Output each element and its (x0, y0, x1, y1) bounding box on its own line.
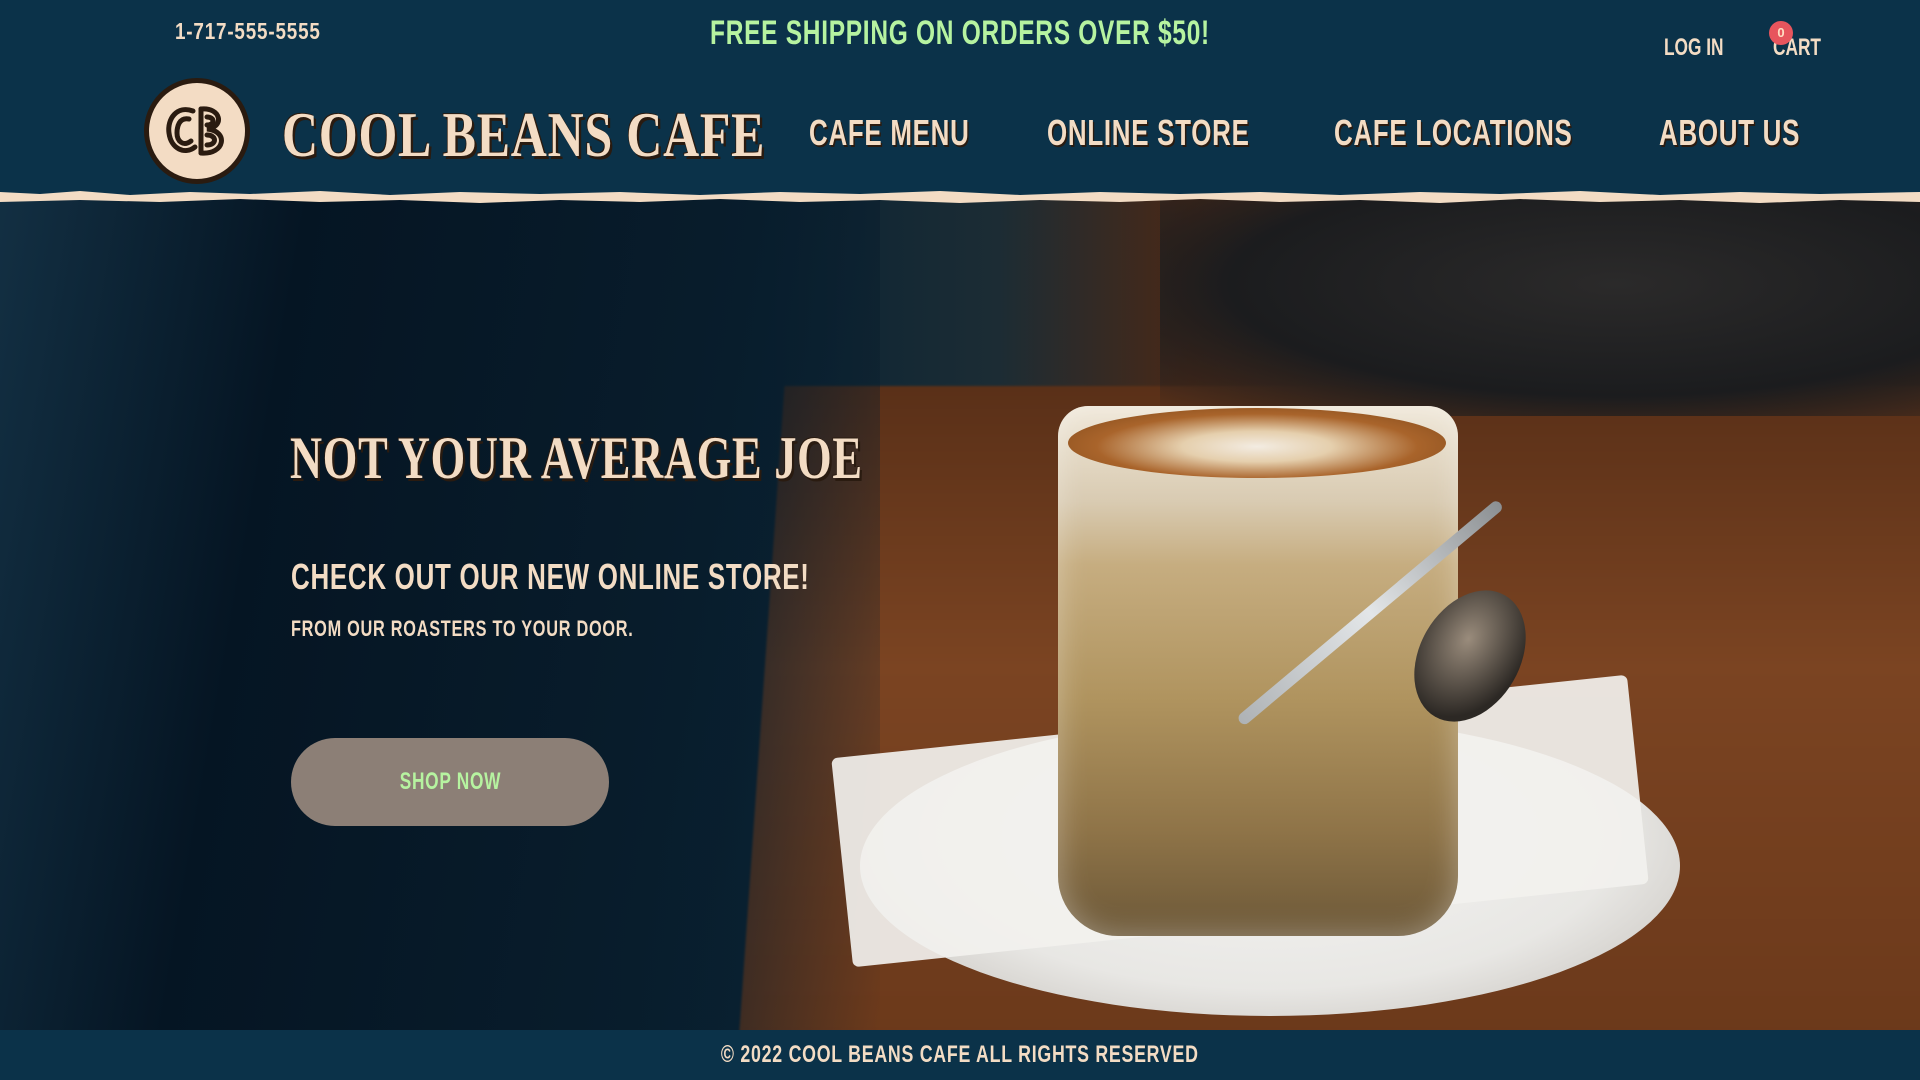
hero-title: NOT YOUR AVERAGE JOE (290, 425, 863, 491)
latte-glass (1058, 406, 1458, 936)
nav-cafe-locations[interactable]: CAFE LOCATIONS (1334, 112, 1573, 154)
login-link[interactable]: LOG IN (1664, 34, 1724, 62)
background-blur (1160, 196, 1920, 416)
cart-count-badge: 0 (1769, 21, 1793, 45)
site-header: 1-717-555-5555 FREE SHIPPING ON ORDERS O… (0, 0, 1920, 196)
site-footer: © 2022 COOL BEANS CAFE ALL RIGHTS RESERV… (0, 1030, 1920, 1080)
account-links: LOG IN CART (1664, 34, 1839, 62)
nav-about-us[interactable]: ABOUT US (1659, 112, 1800, 154)
main-nav: CAFE MENU ONLINE STORE CAFE LOCATIONS AB… (0, 112, 1920, 162)
nav-cafe-menu[interactable]: CAFE MENU (809, 112, 970, 154)
latte-art-crema (1068, 408, 1446, 478)
nav-online-store[interactable]: ONLINE STORE (1047, 112, 1250, 154)
copyright-text: © 2022 COOL BEANS CAFE ALL RIGHTS RESERV… (721, 1041, 1199, 1068)
hero-section (0, 196, 1920, 1030)
dark-shadow-area (0, 196, 880, 1030)
torn-paper-divider (0, 191, 1920, 203)
free-shipping-banner: FREE SHIPPING ON ORDERS OVER $50! (710, 14, 1210, 52)
shop-now-button[interactable]: SHOP NOW (291, 738, 609, 826)
hero-subtitle: CHECK OUT OUR NEW ONLINE STORE! (291, 556, 810, 597)
hero-tagline: FROM OUR ROASTERS TO YOUR DOOR. (291, 616, 634, 641)
shop-now-label: SHOP NOW (399, 768, 501, 795)
